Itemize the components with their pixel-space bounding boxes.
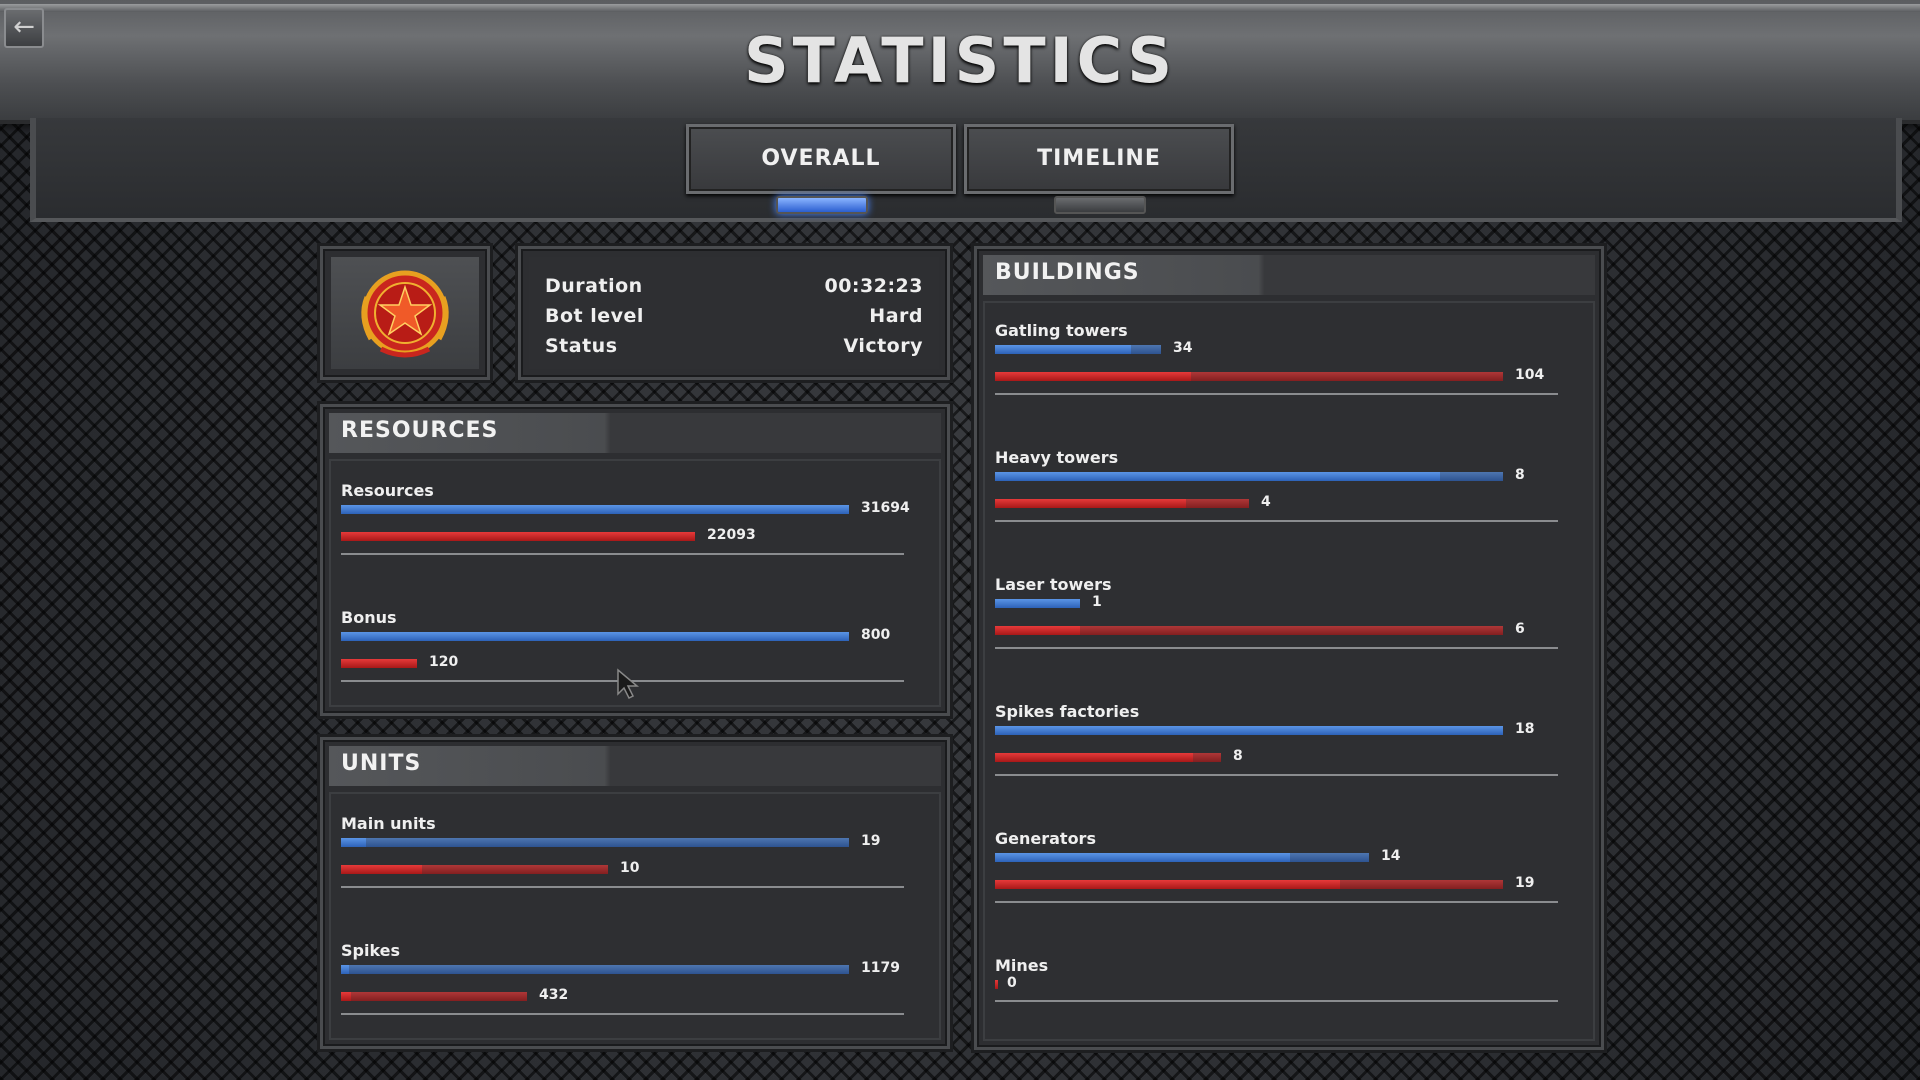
enemy-value: 6 — [1515, 621, 1525, 637]
enemy-value: 4 — [1261, 494, 1271, 510]
enemy-bar — [341, 992, 351, 1001]
red-star-wreath-emblem-icon — [361, 270, 449, 358]
enemy-value: 104 — [1515, 367, 1545, 383]
player-bar — [341, 838, 366, 847]
player-bar — [341, 632, 849, 641]
row-separator — [995, 647, 1558, 649]
info-value: Hard — [869, 305, 923, 327]
player-value: 800 — [861, 627, 891, 643]
stat-label: Main units — [341, 814, 436, 833]
stat-label: Heavy towers — [995, 448, 1119, 467]
stat-label: Laser towers — [995, 575, 1112, 594]
info-value: Victory — [843, 335, 923, 357]
row-separator — [341, 1013, 904, 1015]
tab-overall[interactable]: OVERALL — [686, 124, 956, 194]
resources-header: RESOURCES — [329, 413, 941, 453]
mouse-cursor-icon — [617, 668, 640, 700]
info-value: 00:32:23 — [824, 275, 923, 297]
enemy-bar — [995, 880, 1340, 889]
buildings-body — [983, 301, 1595, 1041]
player-bar — [995, 853, 1290, 862]
units-title: UNITS — [341, 751, 422, 776]
enemy-bar — [995, 980, 998, 989]
player-value: 8 — [1515, 467, 1525, 483]
row-separator — [995, 774, 1558, 776]
player-bar-track — [341, 838, 849, 847]
row-separator — [995, 1000, 1558, 1002]
stat-label: Mines — [995, 956, 1049, 975]
player-value: 14 — [1381, 848, 1401, 864]
info-row-duration: Duration 00:32:23 — [545, 275, 923, 303]
enemy-bar — [341, 659, 417, 668]
tab-timeline[interactable]: TIMELINE — [964, 124, 1234, 194]
header-rail — [0, 4, 1920, 12]
enemy-value: 22093 — [707, 527, 756, 543]
enemy-bar — [341, 532, 695, 541]
enemy-bar — [995, 753, 1193, 762]
enemy-bar-track — [341, 992, 527, 1001]
page-title: STATISTICS — [744, 24, 1176, 97]
units-header: UNITS — [329, 746, 941, 786]
stat-label: Resources — [341, 481, 434, 500]
player-value: 19 — [861, 833, 881, 849]
info-row-status: Status Victory — [545, 335, 923, 363]
enemy-bar — [341, 865, 422, 874]
row-separator — [341, 886, 904, 888]
row-separator — [995, 520, 1558, 522]
row-separator — [995, 393, 1558, 395]
faction-emblem-panel — [320, 246, 490, 380]
player-bar-track — [341, 965, 849, 974]
stat-label: Bonus — [341, 608, 397, 627]
player-value: 0 — [1007, 975, 1017, 991]
tab-timeline-indicator — [1054, 196, 1146, 214]
stat-label: Spikes factories — [995, 702, 1140, 721]
tab-overall-indicator — [776, 196, 868, 214]
resources-title: RESOURCES — [341, 418, 499, 443]
enemy-value: 10 — [620, 860, 640, 876]
buildings-panel: BUILDINGS Gatling towers 34 104 Heavy tower… — [974, 246, 1604, 1050]
buildings-title: BUILDINGS — [995, 260, 1140, 285]
player-bar — [995, 599, 1080, 608]
player-value: 18 — [1515, 721, 1535, 737]
enemy-value: 19 — [1515, 875, 1535, 891]
player-value: 1179 — [861, 960, 900, 976]
enemy-bar — [995, 372, 1191, 381]
enemy-value: 120 — [429, 654, 459, 670]
player-bar — [995, 472, 1440, 481]
units-panel: UNITS Main units 19 10 Spikes 1179 432 — [320, 737, 950, 1049]
enemy-value: 432 — [539, 987, 569, 1003]
buildings-header: BUILDINGS — [983, 255, 1595, 295]
player-bar — [341, 505, 849, 514]
player-bar — [995, 726, 1503, 735]
info-key: Bot level — [545, 305, 644, 327]
info-row-bot-level: Bot level Hard — [545, 305, 923, 333]
info-key: Status — [545, 335, 618, 357]
enemy-bar — [995, 626, 1080, 635]
enemy-value: 8 — [1233, 748, 1243, 764]
player-value: 34 — [1173, 340, 1193, 356]
enemy-bar — [995, 499, 1186, 508]
row-separator — [341, 553, 904, 555]
player-value: 31694 — [861, 500, 910, 516]
info-key: Duration — [545, 275, 643, 297]
match-info-panel: Duration 00:32:23 Bot level Hard Status … — [518, 246, 950, 380]
stat-label: Generators — [995, 829, 1096, 848]
player-value: 1 — [1092, 594, 1102, 610]
player-bar — [995, 345, 1131, 354]
player-bar — [341, 965, 349, 974]
row-separator — [995, 901, 1558, 903]
stat-label: Gatling towers — [995, 321, 1128, 340]
stat-label: Spikes — [341, 941, 401, 960]
